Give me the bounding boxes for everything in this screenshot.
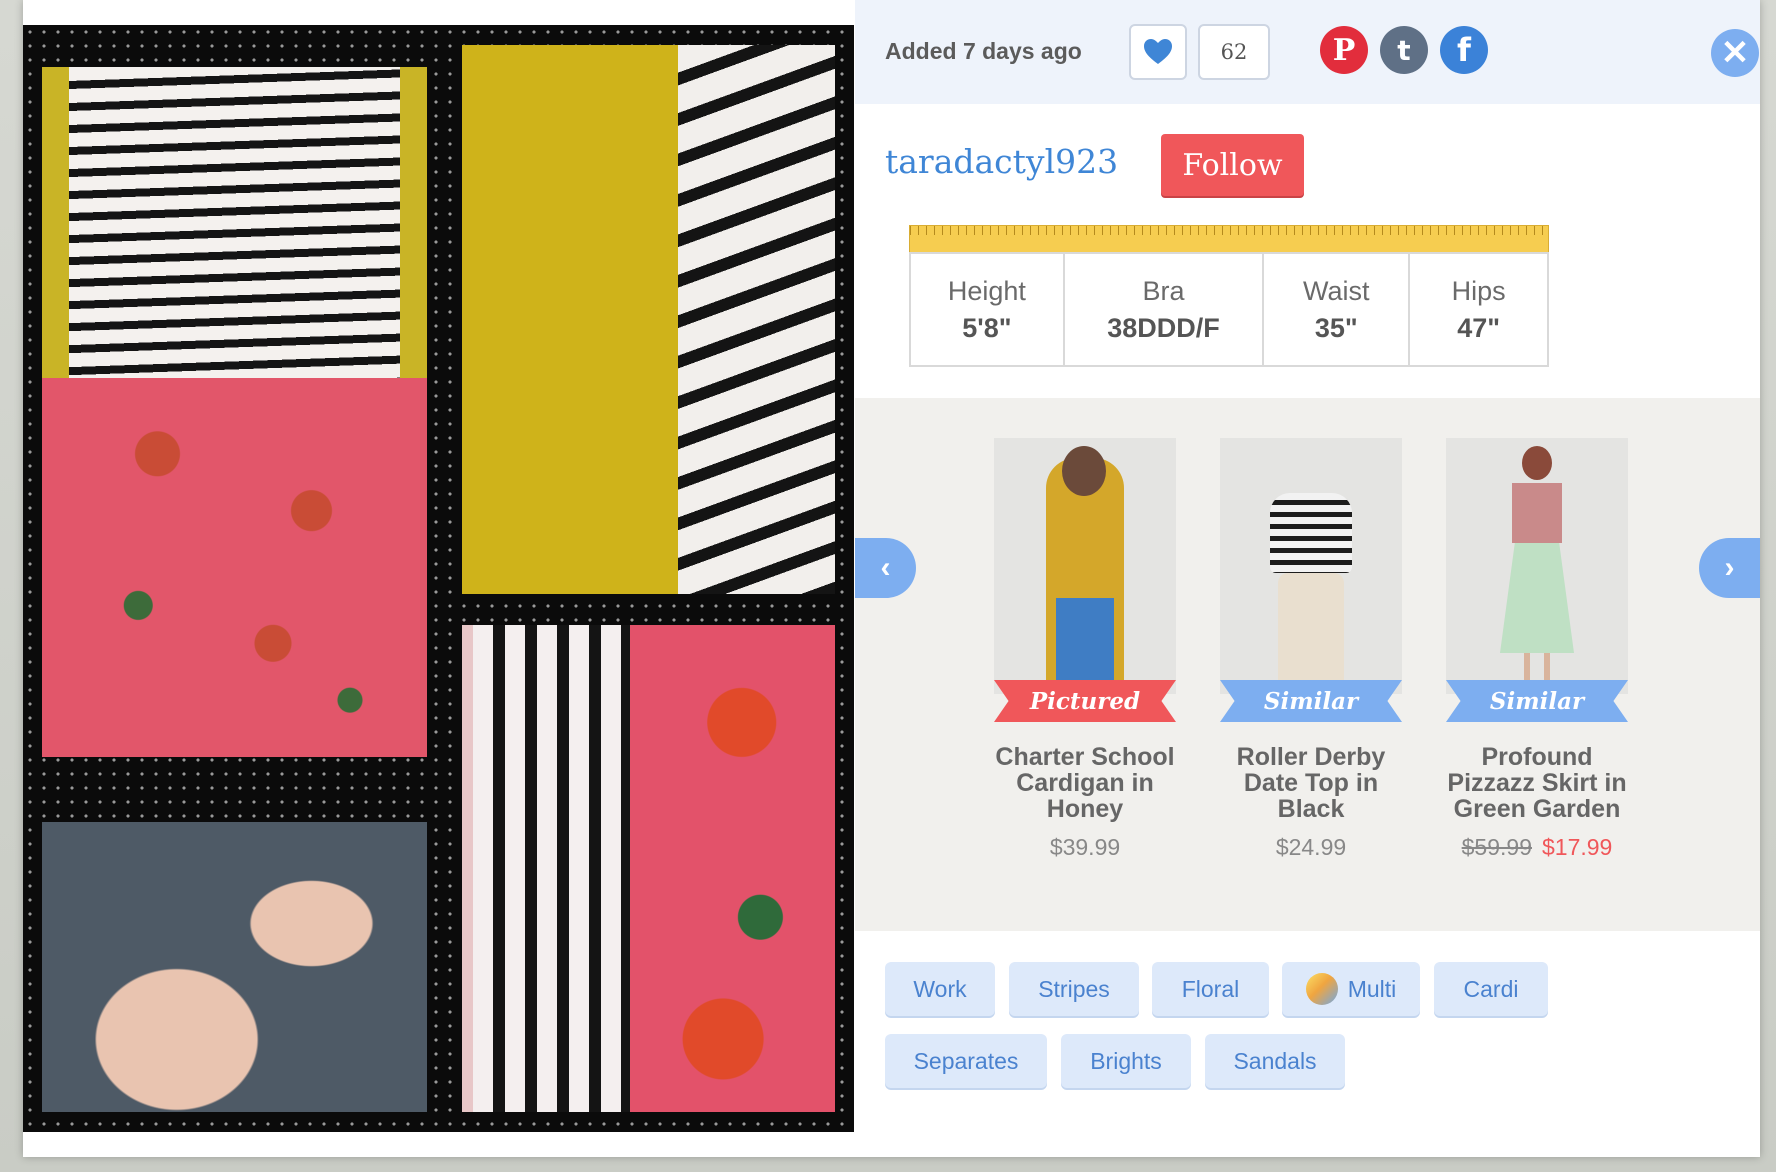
photo-collage [23,25,854,1132]
close-icon: ✕ [1720,34,1750,72]
outfit-modal: Added 7 days ago 62 P t f ✕ taradactyl92… [23,0,1760,1157]
tag-button[interactable]: Brights [1061,1034,1191,1088]
measurements-table: Height 5'8" Bra 38DDD/F Waist 35" Hips 4… [909,252,1549,367]
striped-top-pattern [473,625,630,1112]
details-panel: Added 7 days ago 62 P t f ✕ taradactyl92… [855,0,1760,1157]
tag-button[interactable]: Work [885,962,995,1016]
product-name[interactable]: Profound Pizzazz Skirt in Green Garden [1437,744,1637,822]
product-image[interactable] [994,438,1176,694]
product-image[interactable] [1220,438,1402,694]
carousel-next-button[interactable]: › [1699,538,1760,598]
chevron-left-icon: ‹ [880,551,891,584]
measurement-hips: Hips 47" [1410,254,1547,365]
tag-button[interactable]: Floral [1152,962,1269,1016]
measurement-height: Height 5'8" [911,254,1065,365]
added-date: Added 7 days ago [885,38,1082,64]
measurement-label: Hips [1451,275,1506,306]
product-carousel: ‹ Pictured Charter School Cardigan in Ho… [855,398,1760,931]
product-image[interactable] [1446,438,1628,694]
close-button[interactable]: ✕ [1711,29,1759,77]
ruler-graphic [909,225,1549,253]
measurement-value: 47" [1457,312,1501,343]
striped-top-pattern [678,45,835,594]
multicolor-swatch-icon [1305,973,1338,1005]
top-bar: Added 7 days ago 62 P t f ✕ [855,0,1760,104]
tag-button[interactable]: Cardi [1434,962,1548,1016]
pictured-ribbon: Pictured [994,680,1176,722]
sale-price: $17.99 [1542,834,1613,860]
similar-ribbon: Similar [1220,680,1402,722]
striped-top-pattern [68,67,401,378]
similar-ribbon: Similar [1446,680,1628,722]
measurement-value: 35" [1314,312,1358,343]
measurement-value: 38DDD/F [1107,312,1220,343]
measurement-label: Bra [1142,275,1185,306]
tag-button-multi[interactable]: Multi [1282,962,1420,1016]
facebook-icon[interactable]: f [1440,26,1488,74]
measurement-value: 5'8" [962,312,1012,343]
carousel-prev-button[interactable]: ‹ [855,538,916,598]
chevron-right-icon: › [1724,551,1735,584]
username-link[interactable]: taradactyl923 [885,142,1118,181]
measurement-label: Waist [1303,275,1370,306]
follow-button[interactable]: Follow [1161,134,1304,196]
outfit-photo-torso[interactable] [42,67,427,757]
outfit-photo-cardigan[interactable] [462,45,835,594]
product-card[interactable]: Pictured Charter School Cardigan in Hone… [985,438,1185,861]
tumblr-icon[interactable]: t [1380,26,1428,74]
product-price: $59.99 $17.99 [1437,834,1637,861]
product-price: $39.99 [1049,834,1121,860]
heart-icon [1144,39,1172,64]
outfit-photo-sandals[interactable] [42,822,427,1112]
product-name[interactable]: Roller Derby Date Top in Black [1211,744,1411,822]
tag-label: Multi [1347,975,1397,1002]
product-card[interactable]: Similar Profound Pizzazz Skirt in Green … [1437,438,1637,861]
tag-button[interactable]: Stripes [1009,962,1139,1016]
floral-skirt-pattern [42,377,427,757]
original-price: $59.99 [1461,834,1532,860]
measurement-waist: Waist 35" [1264,254,1411,365]
like-count: 62 [1198,24,1270,80]
tag-button[interactable]: Separates [885,1034,1047,1088]
measurement-label: Height [947,275,1026,306]
outfit-photo-skirt-detail[interactable] [462,625,835,1112]
tag-button[interactable]: Sandals [1205,1034,1345,1088]
measurement-bra: Bra 38DDD/F [1065,254,1265,365]
product-price: $24.99 [1275,834,1347,860]
pinterest-icon[interactable]: P [1320,26,1368,74]
product-card[interactable]: Similar Roller Derby Date Top in Black $… [1211,438,1411,861]
like-button[interactable] [1129,24,1187,80]
product-name[interactable]: Charter School Cardigan in Honey [985,744,1185,822]
